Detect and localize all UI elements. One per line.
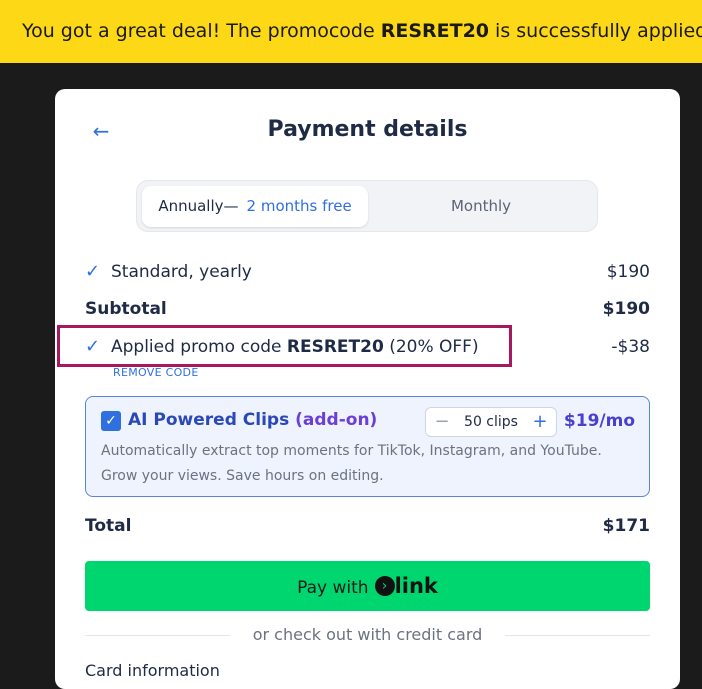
check-icon: ✓ [85, 336, 101, 357]
promo-row: ✓ Applied promo code RESRET20 (20% OFF) -… [85, 335, 650, 359]
payment-card: ← Payment details Annually— 2 months free… [55, 89, 680, 689]
addon-tag: (add-on) [295, 410, 378, 430]
clips-quantity-stepper: − 50 clips + [425, 407, 557, 437]
plan-price: $190 [606, 262, 650, 282]
total-label: Total [85, 516, 132, 536]
remove-code-link[interactable]: REMOVE CODE [113, 366, 199, 379]
total-row: Total $171 [85, 514, 650, 538]
billing-period-toggle: Annually— 2 months free Monthly [136, 180, 598, 232]
page-title: Payment details [267, 117, 468, 142]
addon-checkbox[interactable]: ✓ [101, 411, 121, 431]
addon-card: ✓ AI Powered Clips (add-on) − 50 clips +… [85, 396, 650, 497]
addon-price: $19/mo [563, 411, 635, 431]
plus-icon[interactable]: + [526, 408, 554, 436]
checkmark-icon: ✓ [105, 413, 117, 429]
toggle-annually[interactable]: Annually— 2 months free [142, 186, 368, 227]
total-value: $171 [602, 516, 650, 536]
promo-prefix: Applied promo code [111, 337, 287, 357]
subtotal-value: $190 [602, 299, 650, 319]
toggle-annually-label: Annually— [158, 197, 239, 215]
banner-text-prefix: You got a great deal! The promocode [22, 20, 381, 42]
promo-code: RESRET20 [286, 337, 384, 357]
alt-checkout-divider: or check out with credit card [85, 625, 650, 645]
clips-quantity-value: 50 clips [464, 414, 518, 430]
addon-name: AI Powered Clips (add-on) [128, 410, 377, 430]
addon-description: Automatically extract top moments for Ti… [101, 443, 602, 484]
subtotal-row: Subtotal $190 [85, 297, 650, 321]
pay-button-brand: link [394, 574, 438, 598]
card-information-label: Card information [85, 661, 220, 680]
toggle-annually-free: 2 months free [246, 197, 352, 215]
subtotal-label: Subtotal [85, 299, 167, 319]
pay-button-label: Pay with [297, 578, 369, 598]
banner-text-suffix: is successfully applied [489, 20, 702, 42]
check-icon: ✓ [85, 261, 101, 282]
promo-discount: -$38 [611, 337, 650, 357]
banner-promo-code: RESRET20 [380, 20, 490, 42]
alt-checkout-text: or check out with credit card [240, 625, 495, 644]
toggle-monthly-label: Monthly [450, 197, 512, 215]
promo-suffix: (20% OFF) [383, 337, 479, 357]
promo-success-banner: You got a great deal! The promocode RESR… [0, 0, 702, 63]
link-logo-icon: › [374, 576, 395, 596]
plan-row: ✓ Standard, yearly $190 [85, 260, 650, 284]
pay-with-link-button[interactable]: Pay with › link [85, 561, 650, 611]
plan-label: Standard, yearly [111, 262, 252, 282]
addon-title: AI Powered Clips [128, 410, 290, 430]
toggle-monthly[interactable]: Monthly [368, 186, 594, 227]
minus-icon[interactable]: − [428, 408, 456, 436]
